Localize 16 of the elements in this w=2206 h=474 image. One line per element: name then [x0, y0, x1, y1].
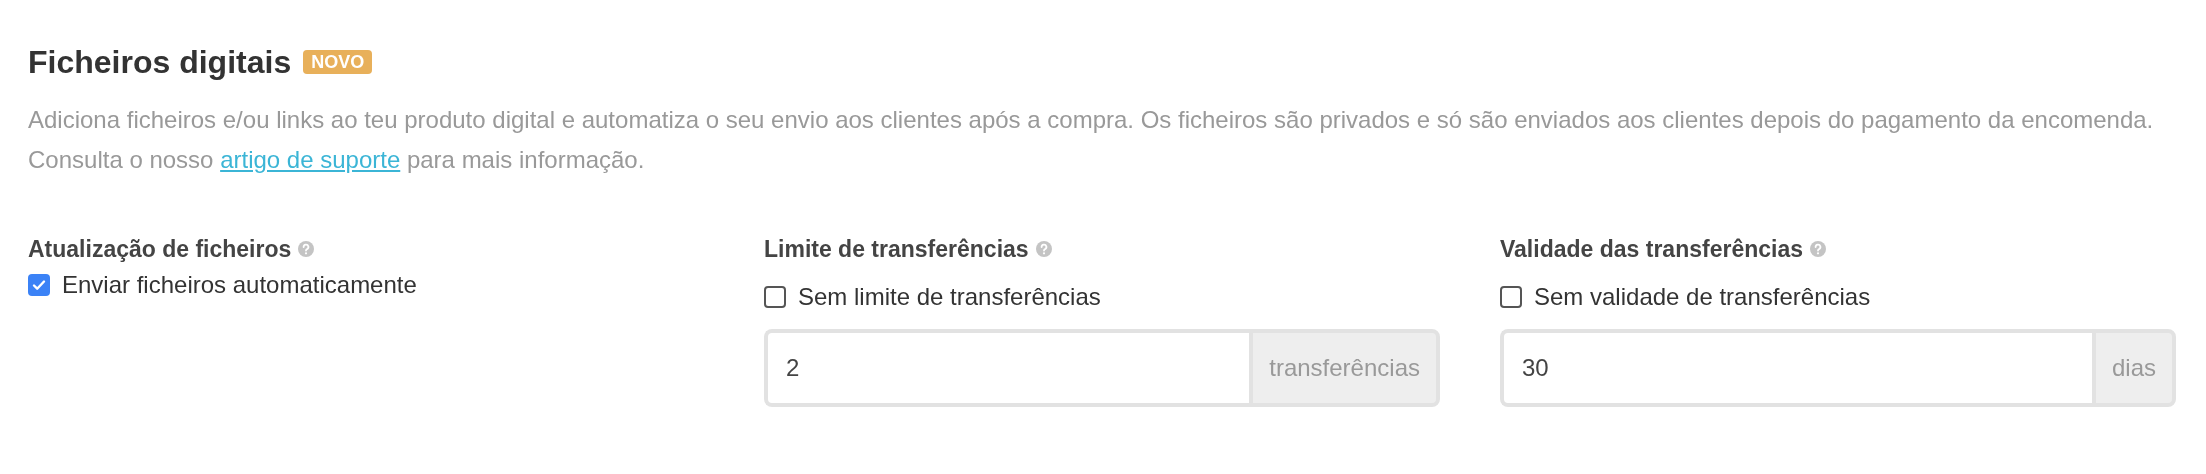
setting-label: Validade das transferências [1500, 235, 1803, 264]
new-badge: NOVO [303, 50, 373, 74]
checkbox[interactable] [28, 273, 50, 296]
number-input[interactable]: 2 [764, 328, 1250, 407]
checkbox-label: Enviar ficheiros automaticamente [62, 272, 417, 297]
checkbox-label: Sem validade de transferências [1534, 284, 1871, 309]
checkbox[interactable] [764, 285, 786, 308]
checkbox-label: Sem limite de transferências [798, 284, 1101, 309]
setting-label: Atualização de ficheiros [28, 235, 292, 264]
checkbox[interactable] [1500, 285, 1522, 308]
section-title: Ficheiros digitais [28, 43, 292, 82]
setting-label: Limite de transferências [764, 235, 1029, 264]
section-description: Adiciona ficheiros e/ou links ao teu produto digital e automatiza o seu envio aos clientes após a compra. Os ficheiros são privados e só são enviados aos clientes depois do pagamento da encomenda. Consulta o nosso artigo de suporte para mais informação. [28, 105, 2155, 175]
number-input[interactable]: 30 [1500, 328, 2092, 407]
input-suffix: dias [2091, 328, 2176, 407]
input-suffix: transferências [1249, 328, 1440, 407]
